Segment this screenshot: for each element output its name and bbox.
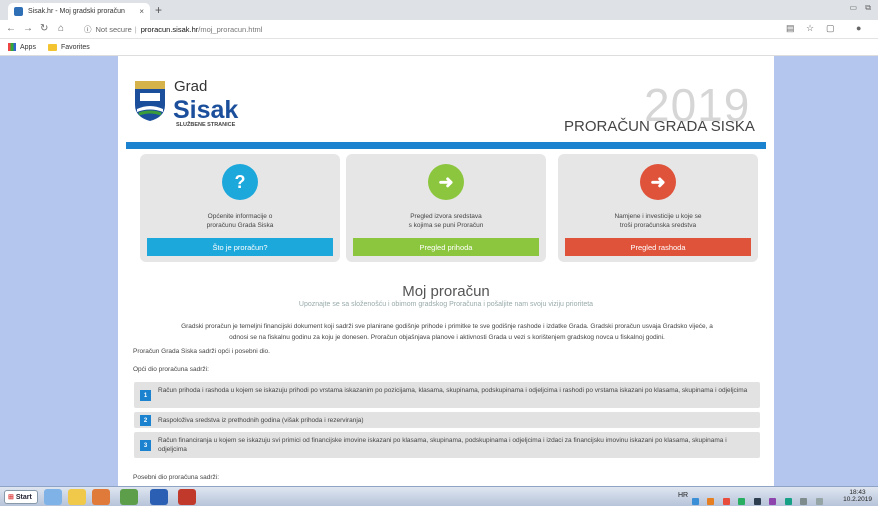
office-taskbar-icon[interactable]	[92, 489, 110, 505]
list-item: 3 Račun financiranja u kojem se iskazuju…	[134, 432, 760, 458]
url-path: /moj_proracun.html	[198, 25, 263, 34]
home-icon[interactable]: ⌂	[58, 23, 64, 34]
start-button[interactable]: ⊞ Start	[4, 490, 38, 504]
app-taskbar-icon[interactable]	[178, 489, 196, 505]
word-taskbar-icon[interactable]	[150, 489, 168, 505]
tray-app-icon[interactable]	[692, 498, 699, 505]
question-icon: ?	[222, 164, 258, 200]
item-text: Račun financiranja u kojem se iskazuju s…	[158, 437, 727, 453]
ie-taskbar-icon[interactable]	[44, 489, 62, 505]
logo-subtitle: SLUŽBENE STRANICE	[176, 122, 236, 128]
security-label: Not secure	[95, 25, 132, 34]
address-bar-row: ← → ↻ ⌂ ⓘ Not secure | proracun.sisak.hr…	[0, 20, 878, 39]
card-info: ? Općenite informacije o proračunu Grada …	[140, 154, 340, 262]
card-revenue-text: Pregled izvora sredstava s kojima se puni…	[408, 213, 484, 229]
paragraph-general: Opći dio proračuna sadrži:	[133, 366, 209, 373]
paragraph-parts: Proračun Grada Siska sadrži opći i poseb…	[133, 348, 270, 355]
back-icon[interactable]: ←	[6, 23, 16, 34]
tray-app-icon[interactable]	[769, 498, 777, 505]
card-expenses-text: Namjene i investicije u koje se troši pro…	[614, 213, 702, 229]
browser-tab-bar: Sisak.hr - Moj gradski proračun × + ▭ ⧉	[0, 0, 878, 20]
network-icon[interactable]	[800, 498, 808, 505]
card-expenses: ➜ Namjene i investicije u koje se troši p…	[558, 154, 758, 262]
card-info-text: Općenite informacije o proračunu Grada Si…	[206, 213, 274, 229]
clock[interactable]: 18:43 10.2.2019	[843, 489, 872, 503]
header-divider	[126, 142, 766, 149]
new-tab-button[interactable]: +	[155, 3, 162, 17]
info-icon[interactable]: ⓘ	[84, 24, 92, 35]
list-item: 1 Račun prihoda i rashoda u kojem se isk…	[134, 382, 760, 408]
list-item: 2 Raspoloživa sredstva iz prethodnih god…	[134, 412, 760, 428]
extension-icon[interactable]: ▢	[826, 23, 835, 34]
bookmark-apps[interactable]: Apps	[20, 44, 36, 51]
item-text: Raspoloživa sredstva iz prethodnih godin…	[158, 417, 364, 424]
expenses-overview-button[interactable]: Pregled rashoda	[565, 238, 751, 256]
tray-app-icon[interactable]	[784, 498, 792, 505]
chrome-taskbar-icon[interactable]	[120, 489, 138, 505]
sign-out-icon: ➜	[640, 164, 676, 200]
city-shield-icon	[135, 81, 165, 121]
what-is-budget-button[interactable]: Što je proračun?	[147, 238, 333, 256]
paragraph-special: Posebni dio proračuna sadrži:	[133, 474, 219, 481]
tray-app-icon[interactable]	[738, 498, 746, 505]
card-revenue: ➜ Pregled izvora sredstava s kojima se pu…	[346, 154, 546, 262]
tray-app-icon[interactable]	[707, 498, 715, 505]
revenue-overview-button[interactable]: Pregled prihoda	[353, 238, 539, 256]
section-subtitle: Upoznajte se sa složenošću i obimom grad…	[298, 301, 594, 308]
bookmark-favorites[interactable]: Favorites	[61, 44, 90, 51]
intro-paragraph: Gradski proračun je temeljni financijski…	[181, 323, 713, 341]
forward-icon[interactable]: →	[23, 23, 33, 34]
taskbar: ⊞ Start HR 18:43 10.2.2019	[0, 486, 878, 506]
bookmark-star-icon[interactable]: ☆	[806, 23, 814, 34]
reload-icon[interactable]: ↻	[40, 23, 48, 34]
bookmarks-bar: Apps Favorites	[0, 39, 878, 56]
volume-icon[interactable]	[815, 498, 823, 505]
url-field[interactable]: ⓘ Not secure | proracun.sisak.hr /moj_pr…	[84, 22, 774, 37]
tab-title: Sisak.hr - Moj gradski proračun	[28, 8, 125, 15]
explorer-taskbar-icon[interactable]	[68, 489, 86, 505]
logo-sisak-text[interactable]: Sisak	[173, 96, 238, 125]
tray-app-icon[interactable]	[753, 498, 761, 505]
window-controls[interactable]: ▭ ⧉	[850, 3, 875, 13]
url-host: proracun.sisak.hr	[140, 25, 199, 34]
system-tray	[692, 492, 832, 505]
item-number: 3	[140, 440, 151, 451]
apps-icon	[8, 43, 16, 51]
sign-in-icon: ➜	[428, 164, 464, 200]
page-viewport: Grad Sisak SLUŽBENE STRANICE 2019 PRORAČ…	[0, 56, 878, 486]
section-title: Moj proračun	[402, 283, 490, 300]
site-favicon-icon	[14, 7, 23, 16]
translate-icon[interactable]: ▤	[786, 23, 795, 34]
folder-icon	[47, 43, 57, 51]
item-text: Račun prihoda i rashoda u kojem se iskaz…	[158, 387, 748, 394]
tray-app-icon[interactable]	[722, 498, 730, 505]
browser-tab[interactable]: Sisak.hr - Moj gradski proračun ×	[8, 3, 150, 20]
profile-icon[interactable]: ●	[856, 23, 861, 33]
hero-title: PRORAČUN GRADA SISKA	[564, 118, 755, 135]
item-number: 1	[140, 390, 151, 401]
tab-close-icon[interactable]: ×	[139, 7, 144, 16]
page-container: Grad Sisak SLUŽBENE STRANICE 2019 PRORAČ…	[118, 56, 774, 486]
logo-grad-text: Grad	[174, 78, 208, 95]
item-number: 2	[140, 415, 151, 426]
language-indicator[interactable]: HR	[678, 492, 688, 499]
windows-logo-icon: ⊞	[8, 494, 14, 501]
